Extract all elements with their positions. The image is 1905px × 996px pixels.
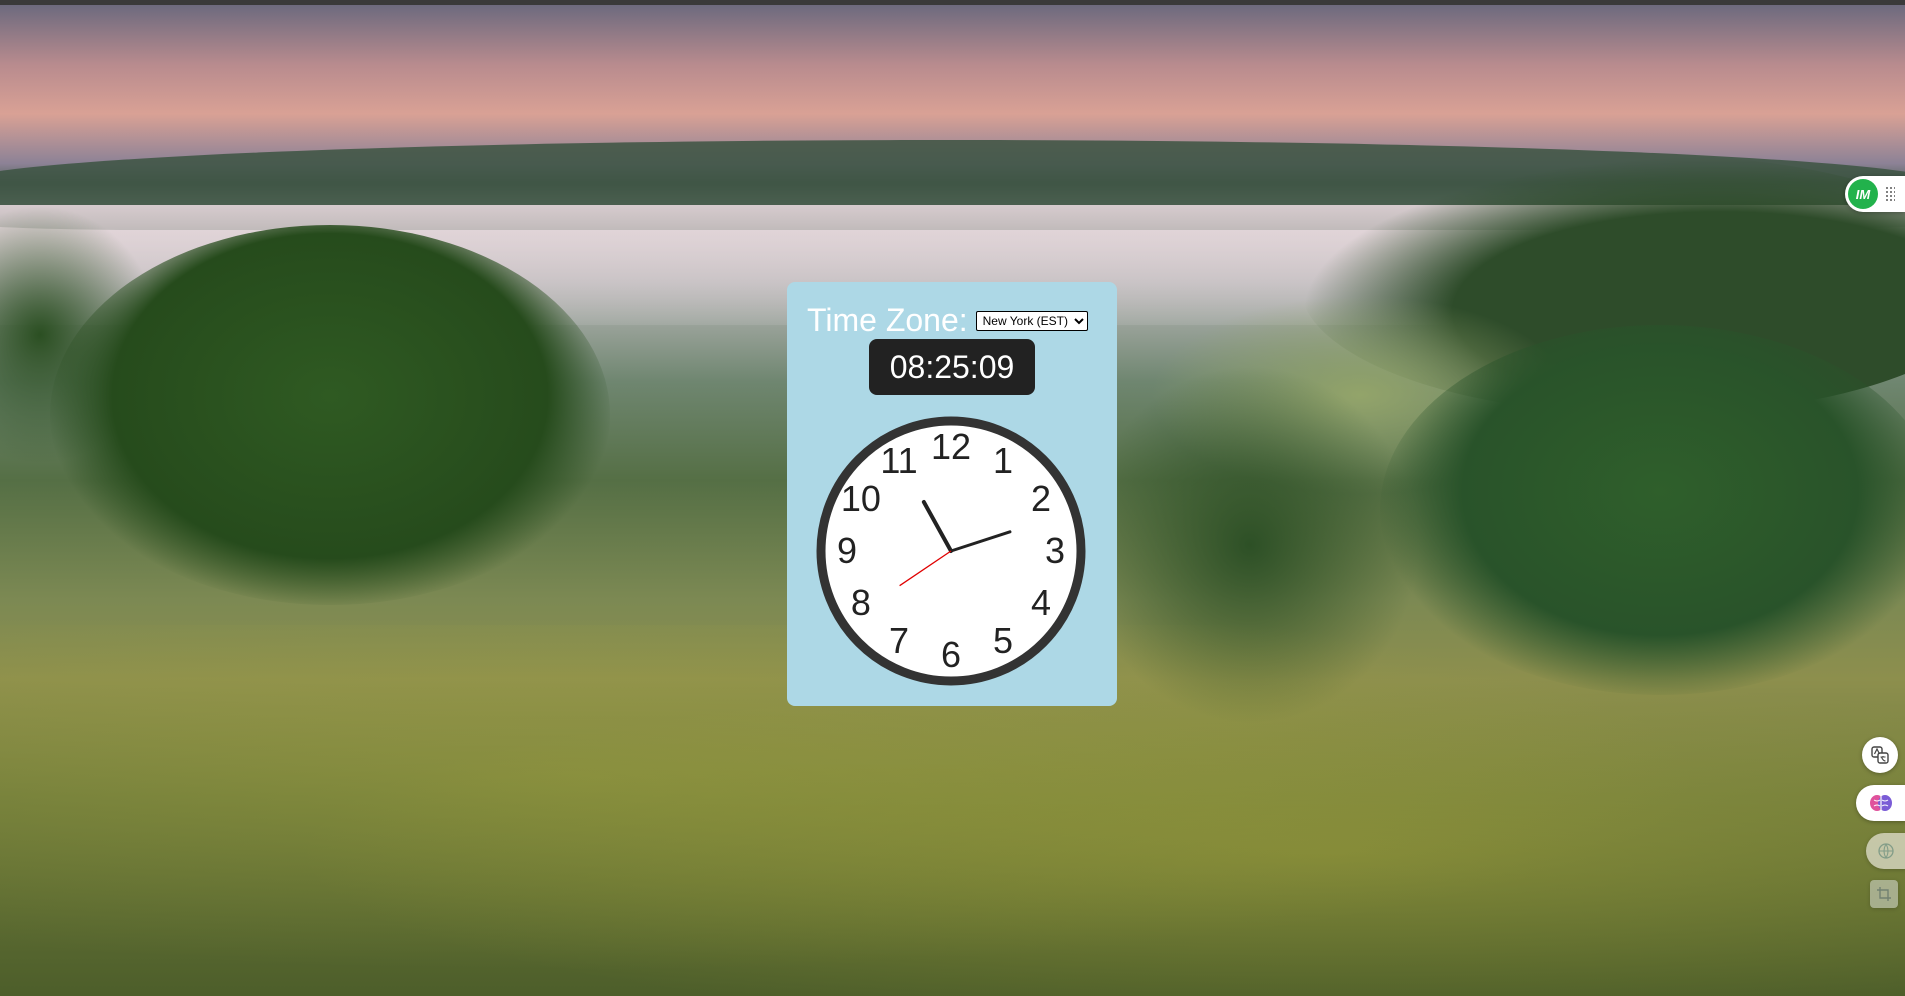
clock-numeral: 2 — [1031, 478, 1051, 519]
clock-numeral: 7 — [889, 620, 909, 661]
clock-numeral: 10 — [841, 478, 881, 519]
screenshot-tool-button[interactable] — [1870, 880, 1898, 908]
timezone-row: Time Zone: New York (EST) — [807, 302, 1088, 339]
clock-numeral: 1 — [993, 440, 1013, 481]
translate-icon — [1871, 746, 1889, 764]
brain-icon — [1870, 795, 1892, 811]
im-logo-icon: IM — [1848, 179, 1878, 209]
timezone-label: Time Zone: — [807, 302, 968, 338]
analog-clock: 12 12 3 45678 9 1011 — [816, 416, 1086, 686]
timezone-select[interactable]: New York (EST) — [975, 310, 1088, 331]
clock-numeral: 4 — [1031, 582, 1051, 623]
clock-numeral: 3 — [1045, 530, 1065, 571]
clock-numeral: 11 — [880, 440, 917, 481]
clock-numeral: 6 — [941, 634, 961, 675]
large-oak-tree — [50, 225, 610, 605]
ai-assistant-button[interactable] — [1856, 785, 1905, 821]
sidebar-extension-button[interactable] — [1866, 833, 1905, 869]
clock-numeral: 8 — [851, 582, 871, 623]
clock-numeral: 12 — [931, 426, 971, 467]
globe-icon — [1878, 843, 1894, 859]
clock-numeral: 5 — [993, 620, 1013, 661]
crop-icon — [1877, 887, 1891, 901]
clock-widget: Time Zone: New York (EST) 08:25:09 12 1 2 3… — [787, 282, 1117, 706]
clock-numeral: 9 — [837, 530, 857, 571]
translate-button[interactable] — [1862, 737, 1898, 773]
im-extension-launcher[interactable]: IM — [1845, 176, 1905, 212]
drag-handle-icon[interactable] — [1885, 186, 1895, 202]
digital-clock: 08:25:09 — [869, 339, 1035, 395]
